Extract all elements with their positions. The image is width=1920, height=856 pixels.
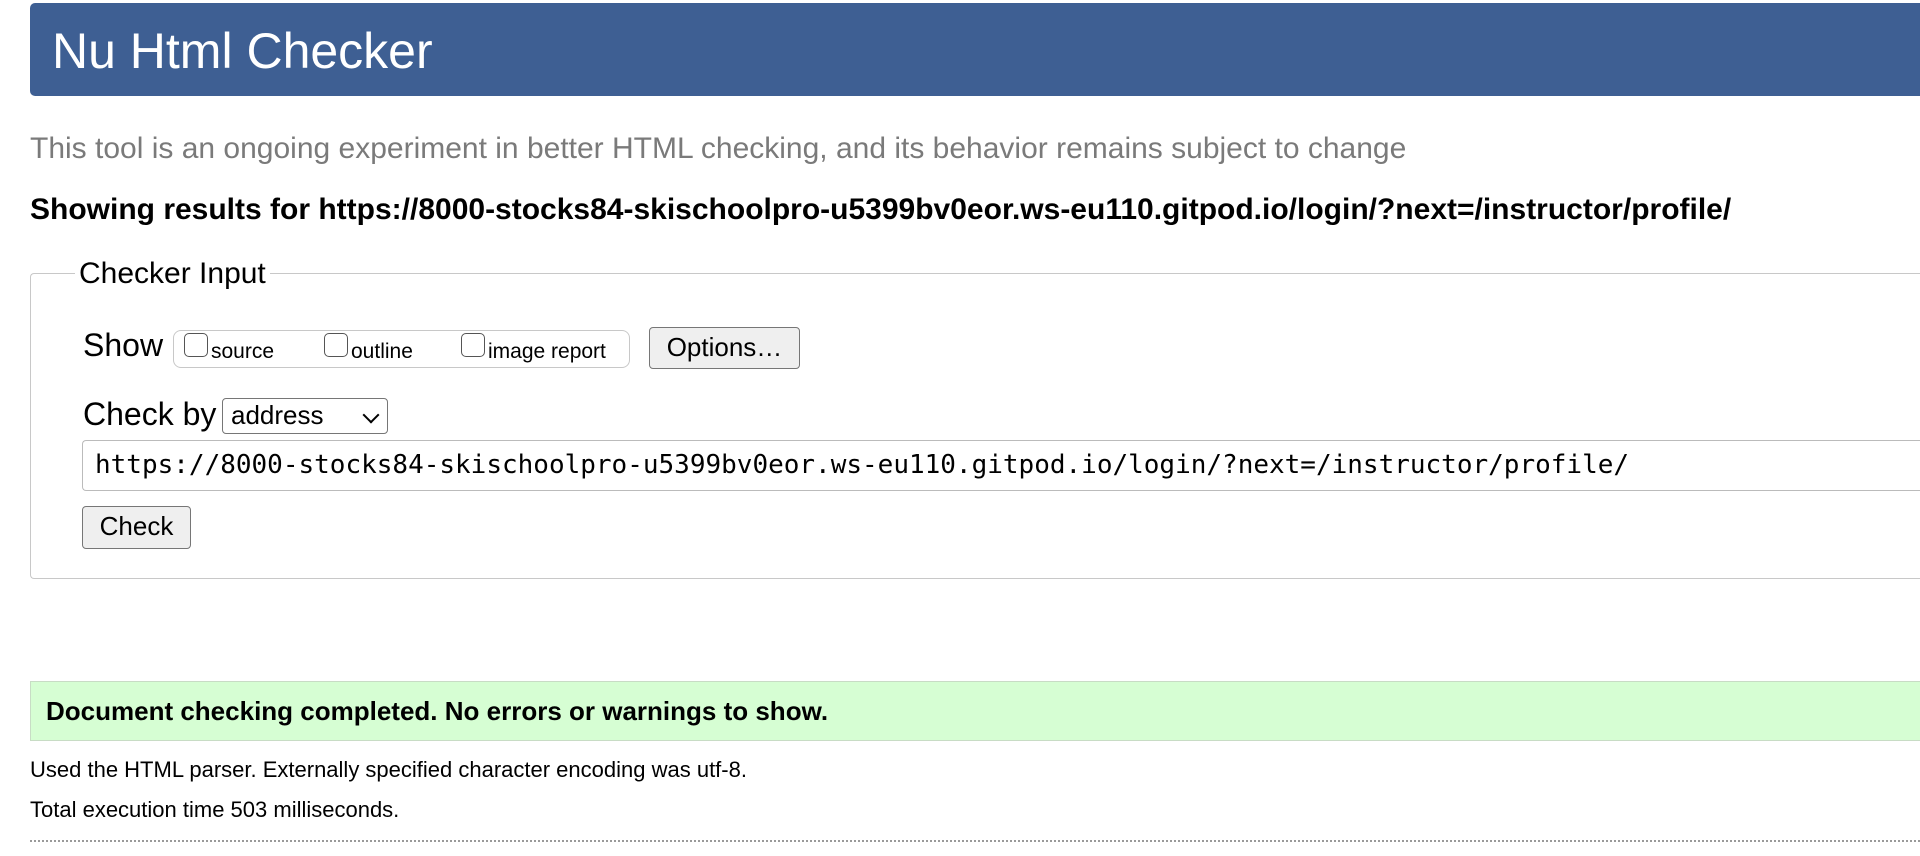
check-by-select[interactable]: address [222, 398, 388, 434]
checker-input-legend: Checker Input [75, 254, 270, 294]
image-report-checkbox-label: image report [488, 340, 606, 363]
page-header: Nu Html Checker [30, 3, 1920, 96]
options-button[interactable]: Options… [649, 327, 800, 369]
divider [30, 840, 1920, 842]
success-message: Document checking completed. No errors o… [46, 696, 829, 726]
parser-info: Used the HTML parser. Externally specifi… [30, 757, 747, 782]
checker-input-fieldset: Checker Input Show source outline image … [30, 254, 1920, 579]
execution-time: Total execution time 503 milliseconds. [30, 797, 400, 822]
show-source-option[interactable]: source [184, 333, 274, 365]
show-label: Show [83, 327, 164, 363]
image-report-checkbox[interactable] [461, 333, 485, 357]
url-input[interactable]: https://8000-stocks84-skischoolpro-u5399… [82, 440, 1920, 491]
results-heading: Showing results for https://8000-stocks8… [30, 193, 1732, 226]
source-checkbox-label: source [211, 340, 275, 363]
page-title: Nu Html Checker [52, 23, 433, 79]
intro-text: This tool is an ongoing experiment in be… [30, 132, 1407, 165]
show-outline-option[interactable]: outline [324, 333, 413, 365]
success-message-box: Document checking completed. No errors o… [30, 681, 1920, 741]
show-options-group: source outline image report [173, 330, 630, 368]
source-checkbox[interactable] [184, 333, 208, 357]
outline-checkbox-label: outline [351, 340, 413, 363]
outline-checkbox[interactable] [324, 333, 348, 357]
show-image-report-option[interactable]: image report [461, 333, 606, 365]
check-button[interactable]: Check [82, 506, 191, 549]
check-by-label: Check by [83, 396, 217, 432]
check-by-selected-value: address [231, 400, 324, 430]
chevron-down-icon [362, 406, 380, 424]
